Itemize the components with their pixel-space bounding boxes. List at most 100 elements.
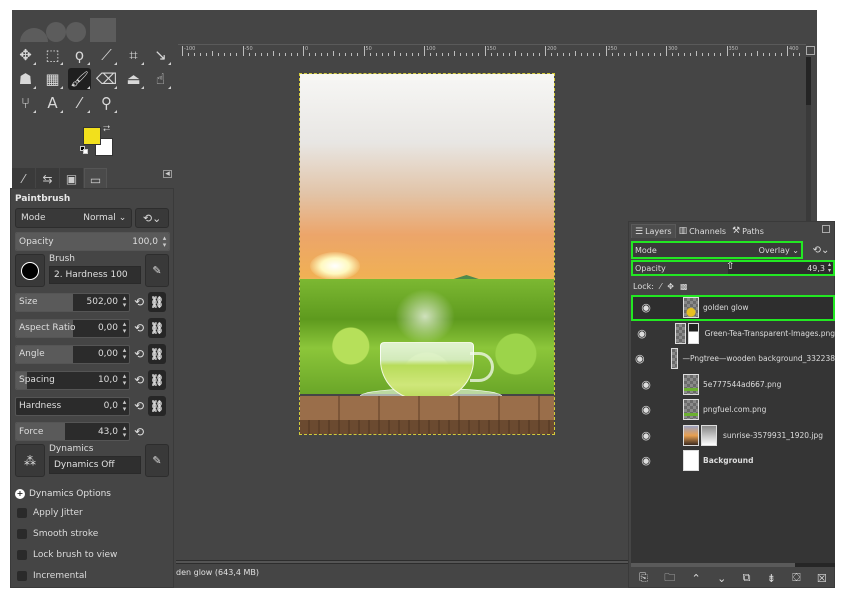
- layer-row[interactable]: ◉ Green-Tea-Transparent-Images.png: [631, 321, 835, 347]
- edit-dynamics-button[interactable]: ✎: [145, 444, 169, 477]
- visibility-eye-icon[interactable]: ◉: [635, 378, 657, 391]
- layer-row[interactable]: ◉ —Pngtree—wooden background_332238: [631, 346, 835, 372]
- reset-colors-icon[interactable]: [80, 146, 88, 154]
- tab-paths[interactable]: ⚒ Paths: [729, 224, 767, 238]
- spin-arrows-icon[interactable]: ▴ ▾: [120, 347, 129, 361]
- layer-row[interactable]: ◉ Background: [631, 448, 835, 474]
- checkbox-box[interactable]: [17, 570, 27, 581]
- horizontal-ruler[interactable]: -100 -50 0 50 100 150 200 250 300 350 400: [178, 44, 806, 56]
- tab-layers[interactable]: ☰ Layers: [631, 224, 676, 238]
- layers-scrollbar[interactable]: [631, 563, 835, 567]
- checkbox-lock-brush-to-view[interactable]: Lock brush to view: [15, 544, 169, 565]
- foreground-color-swatch[interactable]: [83, 127, 101, 145]
- images-tab[interactable]: ▣: [60, 168, 83, 190]
- checkbox-box[interactable]: [17, 549, 27, 560]
- device-status-tab[interactable]: ▭: [84, 168, 107, 190]
- paths-tool[interactable]: ⑂: [14, 92, 37, 114]
- visibility-eye-icon[interactable]: ◉: [635, 301, 657, 314]
- spin-arrows-icon[interactable]: ▴ ▾: [120, 424, 129, 439]
- size-slider[interactable]: Size 502,00 ▴ ▾: [15, 292, 130, 312]
- layer-mode-select[interactable]: Mode Overlay ⌄: [631, 241, 803, 259]
- checkbox-box[interactable]: [17, 528, 27, 539]
- dock-menu-icon[interactable]: [822, 225, 830, 233]
- dynamics-name-field[interactable]: Dynamics Off: [49, 456, 141, 474]
- brush-preview-button[interactable]: [15, 254, 45, 287]
- spacing-link-icon[interactable]: ⛓: [148, 370, 166, 390]
- checkbox-apply-jitter[interactable]: Apply Jitter: [15, 502, 169, 523]
- scrollbar-thumb[interactable]: [631, 563, 795, 567]
- hardness-slider[interactable]: Hardness 0,0 ▴ ▾: [15, 396, 130, 416]
- undo-history-tab[interactable]: ⇆: [36, 168, 59, 190]
- lock-alpha-icon[interactable]: ▩: [680, 282, 688, 291]
- layer-mask-thumbnail[interactable]: [687, 322, 699, 344]
- visibility-eye-icon[interactable]: ◉: [635, 403, 657, 416]
- lock-pixels-icon[interactable]: ⁄: [660, 282, 661, 291]
- unified-transform-tool[interactable]: ↘: [149, 44, 172, 66]
- layer-row[interactable]: ◉ golden glow: [631, 295, 835, 321]
- lock-position-icon[interactable]: ✥: [667, 282, 674, 291]
- dynamics-options-expander[interactable]: + Dynamics Options: [15, 485, 169, 502]
- reset-mode-button[interactable]: ⟲⌄: [135, 208, 169, 228]
- horizontal-scrollbar[interactable]: [176, 560, 631, 564]
- aspect-ratio-link-icon[interactable]: ⛓: [148, 318, 166, 338]
- reset-layer-mode-button[interactable]: ⟲⌄: [807, 241, 835, 259]
- paintbrush-tool[interactable]: 🖌: [68, 68, 91, 90]
- brush-name-field[interactable]: 2. Hardness 100: [49, 266, 141, 284]
- move-tool[interactable]: ✥: [14, 44, 37, 66]
- merge-layer-button[interactable]: ⇟: [767, 572, 776, 585]
- reset-force-icon[interactable]: ⟲: [130, 425, 148, 439]
- fuzzy-select-tool[interactable]: ⟋: [95, 44, 118, 66]
- reset-hardness-icon[interactable]: ⟲: [130, 399, 148, 413]
- tab-channels[interactable]: ▥ Channels: [676, 224, 730, 238]
- spin-arrows-icon[interactable]: ▴ ▾: [160, 234, 169, 249]
- layer-row[interactable]: ◉ 5e777544ad667.png: [631, 372, 835, 398]
- reset-size-icon[interactable]: ⟲: [130, 295, 148, 309]
- color-picker-tool[interactable]: ⁄: [68, 92, 91, 114]
- force-slider[interactable]: Force 43,0 ▴ ▾: [15, 422, 130, 441]
- spacing-slider[interactable]: Spacing 10,0 ▴ ▾: [15, 370, 130, 390]
- edit-brush-button[interactable]: ✎: [145, 254, 169, 287]
- image-canvas[interactable]: [299, 73, 555, 435]
- duplicate-layer-button[interactable]: ⧉: [743, 571, 751, 585]
- spin-arrows-icon[interactable]: ▴ ▾: [828, 262, 831, 274]
- layer-row[interactable]: ◉ sunrise-3579931_1920.jpg: [631, 423, 835, 449]
- free-select-tool[interactable]: ϙ: [68, 44, 91, 66]
- scrollbar-thumb[interactable]: [806, 57, 811, 105]
- crop-tool[interactable]: ⌗: [122, 44, 145, 66]
- visibility-eye-icon[interactable]: ◉: [635, 327, 649, 340]
- tool-options-tab[interactable]: ⁄: [12, 168, 35, 190]
- lower-layer-button[interactable]: ⌄: [717, 572, 726, 585]
- raise-layer-button[interactable]: ⌃: [692, 572, 701, 585]
- aspect-ratio-slider[interactable]: Aspect Ratio 0,00 ▴ ▾: [15, 318, 130, 338]
- gradient-tool[interactable]: ▦: [41, 68, 64, 90]
- dock-menu-icon[interactable]: ◂: [163, 170, 172, 179]
- warp-transform-tool[interactable]: ☗: [14, 68, 37, 90]
- dynamics-preview-button[interactable]: ⁂: [15, 444, 45, 477]
- text-tool[interactable]: A: [41, 92, 64, 114]
- hardness-link-icon[interactable]: ⛓: [148, 396, 166, 416]
- eraser-tool[interactable]: ⌫: [95, 68, 118, 90]
- clone-tool[interactable]: ⏏: [122, 68, 145, 90]
- navigate-icon[interactable]: [806, 46, 815, 55]
- swap-colors-icon[interactable]: ⮂: [103, 124, 110, 134]
- checkbox-smooth-stroke[interactable]: Smooth stroke: [15, 523, 169, 544]
- delete-layer-button[interactable]: ☒: [817, 572, 827, 585]
- smudge-tool[interactable]: ☝: [149, 68, 172, 90]
- layer-opacity-slider[interactable]: Opacity ⇧ 49,3 ▴ ▾: [631, 260, 835, 276]
- checkbox-incremental[interactable]: Incremental: [15, 565, 169, 586]
- angle-link-icon[interactable]: ⛓: [148, 344, 166, 364]
- reset-angle-icon[interactable]: ⟲: [130, 347, 148, 361]
- layer-row[interactable]: ◉ pngfuel.com.png: [631, 397, 835, 423]
- layer-mask-thumbnail[interactable]: [701, 424, 717, 446]
- zoom-tool[interactable]: ⚲: [95, 92, 118, 114]
- new-layer-group-button[interactable]: 🗀: [664, 569, 675, 588]
- spin-arrows-icon[interactable]: ▴ ▾: [120, 295, 129, 309]
- reset-spacing-icon[interactable]: ⟲: [130, 373, 148, 387]
- spin-arrows-icon[interactable]: ▴ ▾: [120, 373, 129, 387]
- spin-arrows-icon[interactable]: ▴ ▾: [120, 321, 129, 335]
- checkbox-box[interactable]: [17, 507, 27, 518]
- opacity-slider[interactable]: Opacity 100,0 ▴ ▾: [15, 232, 170, 251]
- add-mask-button[interactable]: ⛋: [792, 571, 800, 585]
- spin-arrows-icon[interactable]: ▴ ▾: [120, 399, 129, 413]
- reset-aspect-ratio-icon[interactable]: ⟲: [130, 321, 148, 335]
